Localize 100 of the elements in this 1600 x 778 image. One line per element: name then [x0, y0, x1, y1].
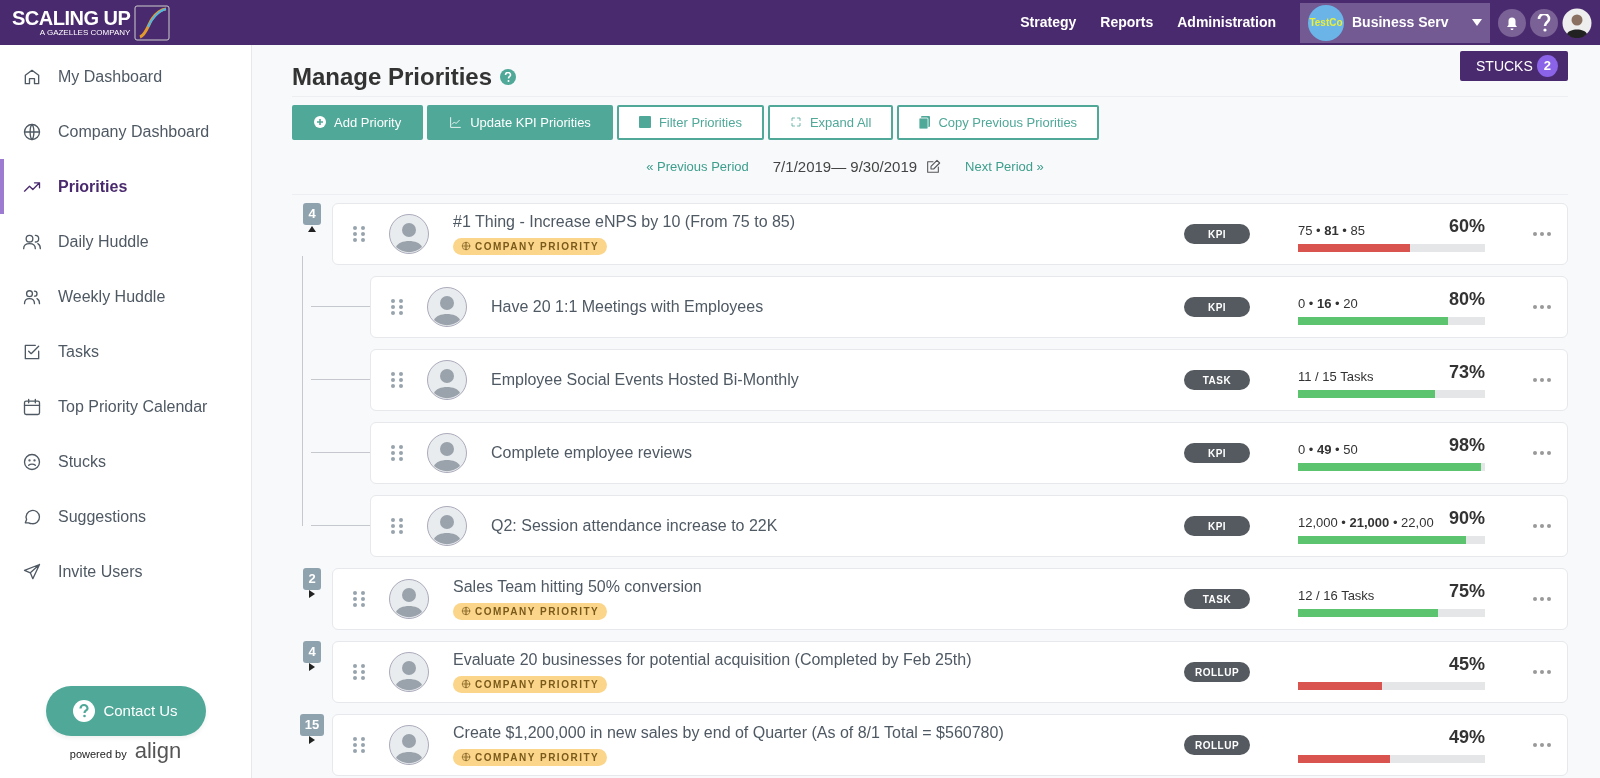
progress-percent: 90%: [1448, 507, 1485, 531]
avatar: [389, 214, 429, 255]
sidebar-item[interactable]: My Dashboard: [0, 49, 251, 104]
priority-card[interactable]: Complete employee reviews KPI 0 • 49 • 50 98%: [370, 422, 1568, 485]
powered-by-label: powered by: [69, 746, 127, 762]
calendar-icon: [22, 396, 42, 417]
drag-handle-icon[interactable]: [391, 298, 403, 317]
more-menu-icon[interactable]: [1533, 743, 1551, 748]
logo-subtitle: A GAZELLES COMPANY: [38, 28, 131, 37]
sidebar-item[interactable]: Tasks: [0, 324, 251, 379]
globe-icon: [461, 606, 471, 617]
avatar: [427, 433, 467, 474]
sidebar-item[interactable]: Daily Huddle: [0, 214, 251, 269]
more-menu-icon[interactable]: [1533, 597, 1551, 602]
progress-percent: 49%: [1448, 726, 1485, 750]
child-count-badge: 4: [303, 203, 321, 226]
caret-right-icon[interactable]: [308, 736, 316, 745]
priority-title: Have 20 1:1 Meetings with Employees: [491, 297, 765, 318]
nav-link[interactable]: Reports: [1100, 12, 1154, 33]
square-icon: [638, 116, 651, 129]
progress-percent: 98%: [1448, 434, 1485, 458]
globe-icon: [22, 121, 42, 142]
avatar: [389, 579, 429, 620]
priority-title: Create $1,200,000 in new sales by end of Quarter (As of 8/1 Total = $560780): [453, 723, 1005, 744]
nav-link[interactable]: Strategy: [1020, 12, 1077, 33]
priority-title: Complete employee reviews: [491, 443, 693, 464]
logo-title: SCALING UP: [12, 8, 131, 28]
type-badge: TASK: [1184, 370, 1250, 391]
priority-card[interactable]: Have 20 1:1 Meetings with Employees KPI 0 • 16 • 20 80%: [370, 276, 1568, 339]
sidebar-item[interactable]: Top Priority Calendar: [0, 379, 251, 434]
type-badge: ROLLUP: [1184, 662, 1250, 683]
expand-icon: [789, 116, 802, 129]
globe-icon: [461, 241, 471, 252]
progress-percent: 73%: [1448, 361, 1485, 385]
type-badge: TASK: [1184, 589, 1250, 610]
sidebar-item[interactable]: Stucks: [0, 434, 251, 489]
drag-handle-icon[interactable]: [353, 590, 365, 609]
more-menu-icon[interactable]: [1533, 451, 1551, 456]
nav-link[interactable]: Administration: [1177, 12, 1276, 33]
user-avatar[interactable]: [1562, 7, 1592, 38]
drag-handle-icon[interactable]: [391, 444, 403, 463]
send-icon: [22, 561, 42, 582]
globe-icon: [461, 679, 471, 690]
caret-icon: [1472, 18, 1482, 27]
progress-reading: 0 • 16 • 20: [1298, 294, 1358, 313]
period-range: 7/1/2019— 9/30/2019: [772, 156, 918, 177]
sad-face-icon: [22, 451, 42, 472]
drag-handle-icon[interactable]: [391, 371, 403, 390]
drag-handle-icon[interactable]: [353, 663, 365, 682]
priority-card[interactable]: Evaluate 20 businesses for potential acquisition (Completed by Feb 25th) COMPANY PRIORITY ROLLUP 45%: [332, 641, 1568, 704]
help-icon[interactable]: [1530, 8, 1558, 37]
notification-bell-icon[interactable]: [1498, 8, 1526, 37]
more-menu-icon[interactable]: [1533, 524, 1551, 529]
priority-card[interactable]: #1 Thing - Increase eNPS by 10 (From 75 to 85) COMPANY PRIORITY KPI 75 • 81 • 85 60%: [332, 203, 1568, 266]
child-count-badge: 15: [299, 714, 325, 737]
more-menu-icon[interactable]: [1533, 305, 1551, 310]
type-badge: KPI: [1184, 224, 1250, 245]
drag-handle-icon[interactable]: [391, 517, 403, 536]
page-title: Manage Priorities: [292, 63, 493, 92]
type-badge: KPI: [1184, 516, 1250, 537]
plus-circle-icon: [314, 116, 326, 129]
progress-percent: 80%: [1448, 288, 1485, 312]
more-menu-icon[interactable]: [1533, 232, 1551, 237]
more-menu-icon[interactable]: [1533, 378, 1551, 383]
more-menu-icon[interactable]: [1533, 670, 1551, 675]
priority-card[interactable]: Employee Social Events Hosted Bi-Monthly TASK 11 / 15 Tasks 73%: [370, 349, 1568, 412]
sidebar-item[interactable]: Company Dashboard: [0, 104, 251, 159]
caret-right-icon[interactable]: [308, 590, 316, 599]
sidebar-item[interactable]: Weekly Huddle: [0, 269, 251, 324]
progress-reading: 11 / 15 Tasks: [1298, 367, 1374, 386]
progress-percent: 60%: [1448, 215, 1485, 239]
type-badge: ROLLUP: [1184, 735, 1250, 756]
avatar: [389, 725, 429, 766]
help-icon: [73, 700, 96, 722]
avatar: [427, 506, 467, 547]
align-logo: align: [134, 740, 182, 762]
company-priority-tag: COMPANY PRIORITY: [453, 748, 608, 766]
drag-handle-icon[interactable]: [353, 736, 365, 755]
company-logo: TestCo: [1308, 4, 1344, 41]
drag-handle-icon[interactable]: [353, 225, 365, 244]
avatar: [427, 360, 467, 401]
priority-card[interactable]: Q2: Session attendance increase to 22K KPI 12,000 • 21,000 • 22,00 90%: [370, 495, 1568, 558]
progress-reading: 75 • 81 • 85: [1298, 221, 1365, 240]
priority-card[interactable]: Sales Team hitting 50% conversion COMPANY PRIORITY TASK 12 / 16 Tasks 75%: [332, 568, 1568, 631]
sidebar-item[interactable]: Suggestions: [0, 489, 251, 544]
caret-up-icon[interactable]: [308, 225, 316, 234]
company-selector[interactable]: TestCo Business Serv: [1300, 2, 1490, 43]
company-name: Business Serv: [1352, 13, 1449, 32]
copy-icon: [919, 115, 931, 129]
sidebar-item[interactable]: Priorities: [0, 159, 251, 214]
priority-title: Sales Team hitting 50% conversion: [453, 577, 703, 598]
progress-percent: 75%: [1448, 580, 1485, 604]
avatar: [389, 652, 429, 693]
caret-right-icon[interactable]: [308, 663, 316, 672]
progress-reading: 12 / 16 Tasks: [1298, 586, 1375, 605]
stucks-button[interactable]: STUCKS 2: [1460, 51, 1568, 81]
priority-card[interactable]: Create $1,200,000 in new sales by end of Quarter (As of 8/1 Total = $560780) COMPANY PRIORITY ROLLUP 49%: [332, 714, 1568, 777]
sidebar-item[interactable]: Invite Users: [0, 544, 251, 599]
edit-icon: [925, 159, 942, 176]
type-badge: KPI: [1184, 297, 1250, 318]
